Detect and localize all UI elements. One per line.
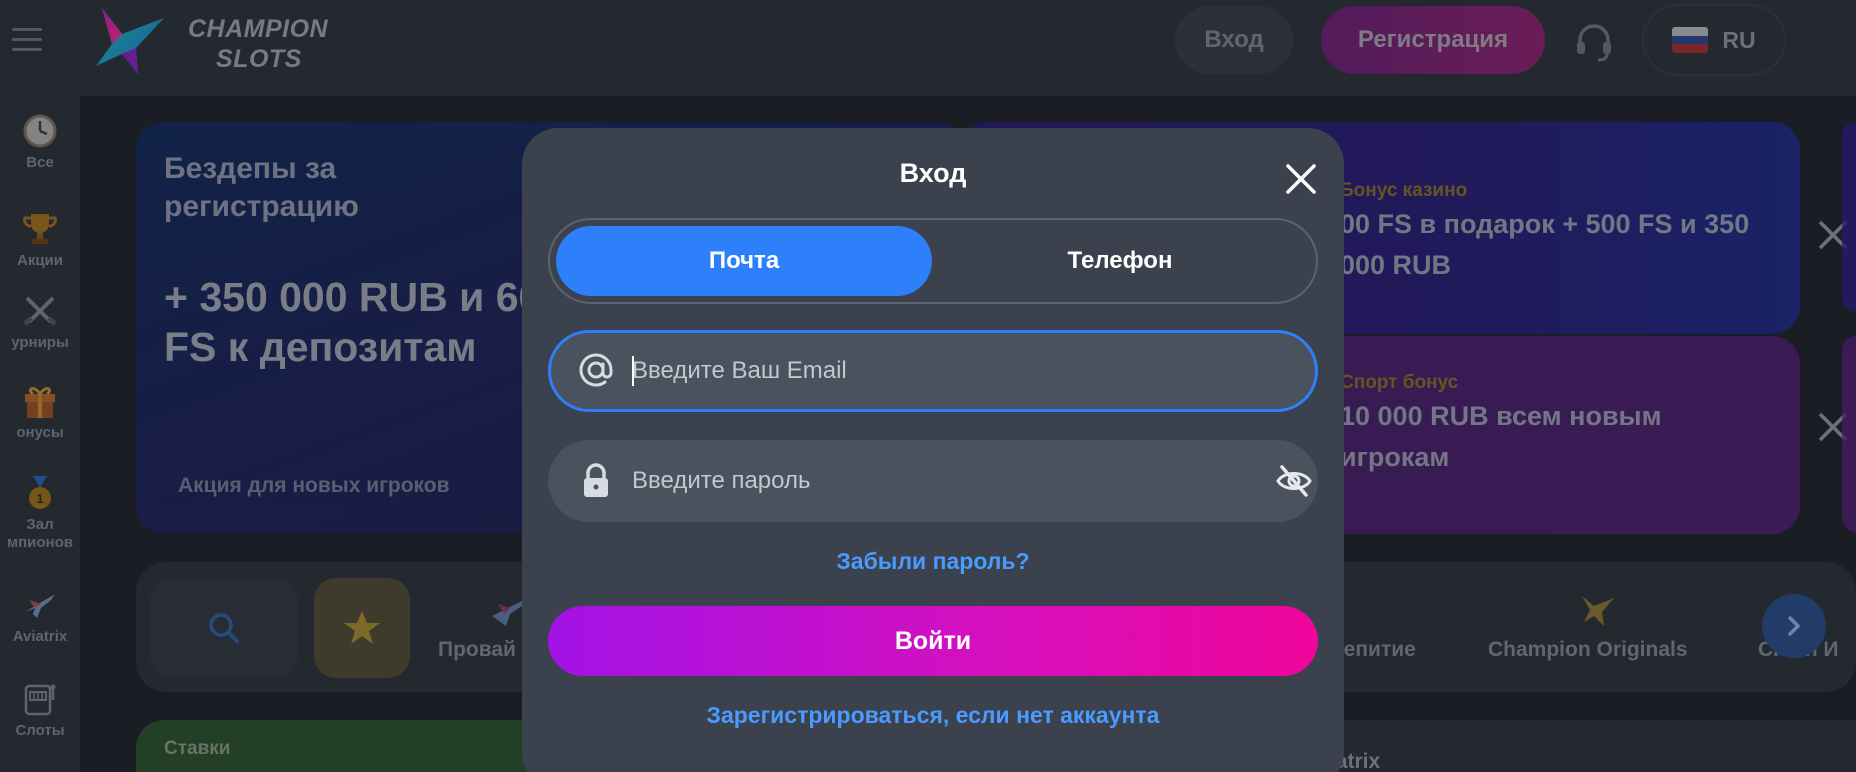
password-input[interactable] (632, 440, 1192, 522)
register-link[interactable]: Зарегистрироваться, если нет аккаунта (522, 702, 1344, 729)
email-field-wrapper (548, 330, 1318, 412)
login-method-tabs: Почта Телефон (548, 218, 1318, 304)
lock-icon (584, 463, 608, 497)
login-modal: Вход Почта Телефон Забыли пароль? Войти … (522, 128, 1344, 772)
submit-login-button[interactable]: Войти (548, 606, 1318, 676)
at-sign-icon (579, 353, 613, 387)
close-icon[interactable] (1282, 160, 1320, 198)
modal-title: Вход (899, 158, 967, 188)
tab-phone[interactable]: Телефон (932, 226, 1308, 296)
tab-email[interactable]: Почта (556, 226, 932, 296)
password-field-wrapper (548, 440, 1318, 522)
forgot-password-link[interactable]: Забыли пароль? (522, 548, 1344, 575)
email-input[interactable] (632, 333, 1192, 409)
hide-password-icon[interactable] (1274, 461, 1314, 501)
